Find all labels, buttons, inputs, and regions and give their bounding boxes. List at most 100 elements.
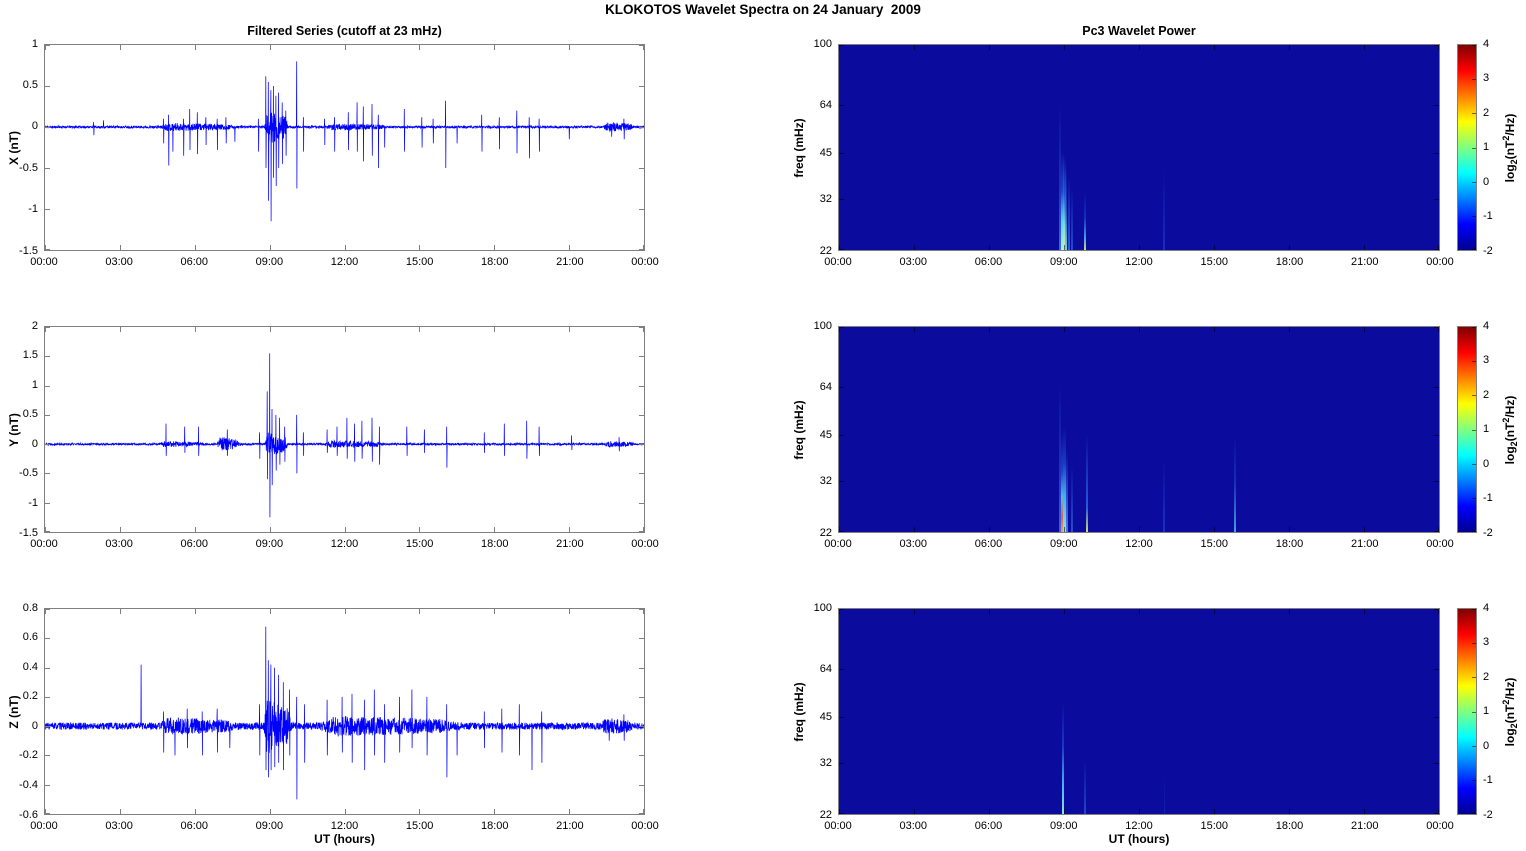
x-tick (1064, 527, 1065, 532)
y-tick-label: -1 (28, 496, 38, 509)
x-tick (1139, 245, 1140, 250)
y-tick-label: 1 (31, 378, 38, 391)
y-tick (1434, 199, 1439, 200)
y-tick (1434, 669, 1439, 670)
x-tick-label: 06:00 (180, 820, 209, 832)
x-tick (1364, 327, 1365, 332)
wavelet-power-streak (1084, 759, 1087, 814)
y-tick (639, 45, 644, 46)
x-tick (1364, 45, 1365, 50)
x-tick (569, 45, 570, 50)
ut-hours-label-left: UT (hours) (314, 832, 375, 846)
x-tick-label: 00:00 (824, 538, 852, 550)
colorbar-z (1457, 608, 1477, 815)
colorbar-tick-label: 4 (1483, 601, 1490, 614)
x-tick (1064, 809, 1065, 814)
x-tick-label: 15:00 (1200, 820, 1229, 832)
x-tick (1289, 809, 1290, 814)
x-tick-label: 06:00 (974, 538, 1003, 550)
y-tick (639, 356, 644, 357)
right-column-title: Pc3 Wavelet Power (1082, 24, 1196, 38)
x-tick (914, 527, 915, 532)
y-tick-label: -0.5 (19, 467, 38, 480)
colorbar-x (1457, 44, 1477, 251)
x-tick-label: 18:00 (480, 820, 509, 832)
colorbar-tick (1472, 430, 1476, 431)
colorbar-tick (1472, 249, 1476, 250)
time-series-line (45, 61, 644, 222)
y-tick-label: 22 (819, 808, 832, 821)
x-tick (120, 527, 121, 532)
colorbar-label-sup: 2 (1500, 417, 1511, 423)
y-tick (839, 717, 844, 718)
y-tick-label: -0.4 (19, 778, 38, 791)
wavelet-power-streak (1068, 176, 1070, 250)
x-tick-label: 12:00 (330, 820, 359, 832)
y-tick (1434, 327, 1439, 328)
colorbar-tick (1472, 361, 1476, 362)
y-tick-label: 0.8 (22, 601, 38, 614)
colorbar-tick-label: 3 (1483, 354, 1490, 366)
x-tick (270, 809, 271, 814)
x-tick-label: 06:00 (974, 256, 1003, 268)
y-tick-label: 0.5 (22, 408, 38, 421)
x-tick (270, 45, 271, 50)
x-tick-label: 12:00 (1125, 538, 1153, 550)
y-tick (1434, 531, 1439, 532)
y-tick (45, 249, 50, 250)
x-tick-label: 09:00 (255, 538, 284, 550)
x-tick (1139, 327, 1140, 332)
x-tick-label: 09:00 (255, 256, 284, 268)
x-tick-label: 03:00 (105, 256, 133, 268)
colorbar-label-mid: log2(nT2/Hz) (1501, 395, 1519, 464)
x-tick (345, 527, 346, 532)
y-tick (839, 669, 844, 670)
x-tick (1364, 609, 1365, 614)
y-tick-label: 45 (819, 428, 832, 441)
x-tick (1139, 527, 1140, 532)
y-tick (1434, 609, 1439, 610)
colorbar-label-text: log (1502, 163, 1517, 182)
y-tick (839, 387, 844, 388)
y-tick (639, 327, 644, 328)
y-tick-label: -0.2 (19, 749, 38, 762)
x-tick (195, 609, 196, 614)
colorbar-tick-label: 4 (1483, 37, 1490, 50)
y-tick (45, 726, 50, 727)
y-tick (639, 726, 644, 727)
signal-path (45, 626, 644, 800)
colorbar-label-text: (nT (1502, 140, 1517, 159)
wavelet-power-streak (1084, 191, 1087, 250)
x-tick-label: 18:00 (1275, 256, 1304, 268)
colorbar-tick (1472, 148, 1476, 149)
x-tick (1064, 609, 1065, 614)
y-tick-label: 100 (813, 601, 832, 614)
x-tick-label: 18:00 (1275, 538, 1304, 550)
y-tick (1434, 45, 1439, 46)
y-tick (45, 697, 50, 698)
colorbar-tick (1472, 677, 1476, 678)
x-tick-label: 00:00 (631, 538, 659, 550)
x-tick-label: 03:00 (899, 538, 928, 550)
colorbar-tick-label: -2 (1483, 526, 1493, 539)
y-tick-label: 64 (819, 662, 832, 675)
colorbar-tick-label: -2 (1483, 808, 1493, 821)
x-tick (120, 45, 121, 50)
x-tick-label: 21:00 (556, 256, 584, 268)
x-tick-label: 00:00 (824, 256, 852, 268)
x-tick-label: 12:00 (1125, 820, 1153, 832)
colorbar-tick (1472, 216, 1476, 217)
time-series-line (45, 353, 644, 518)
x-tick (494, 809, 495, 814)
x-tick (569, 527, 570, 532)
y-tick (45, 531, 50, 532)
y-tick-label: -0.5 (19, 161, 38, 174)
x-tick-label: 03:00 (899, 820, 928, 832)
x-tick (1214, 327, 1215, 332)
x-tick (120, 809, 121, 814)
x-tick (989, 327, 990, 332)
x-tick (419, 609, 420, 614)
y-tick (45, 386, 50, 387)
y-tick-label: -1.5 (19, 526, 38, 539)
x-tick-label: 18:00 (480, 538, 509, 550)
